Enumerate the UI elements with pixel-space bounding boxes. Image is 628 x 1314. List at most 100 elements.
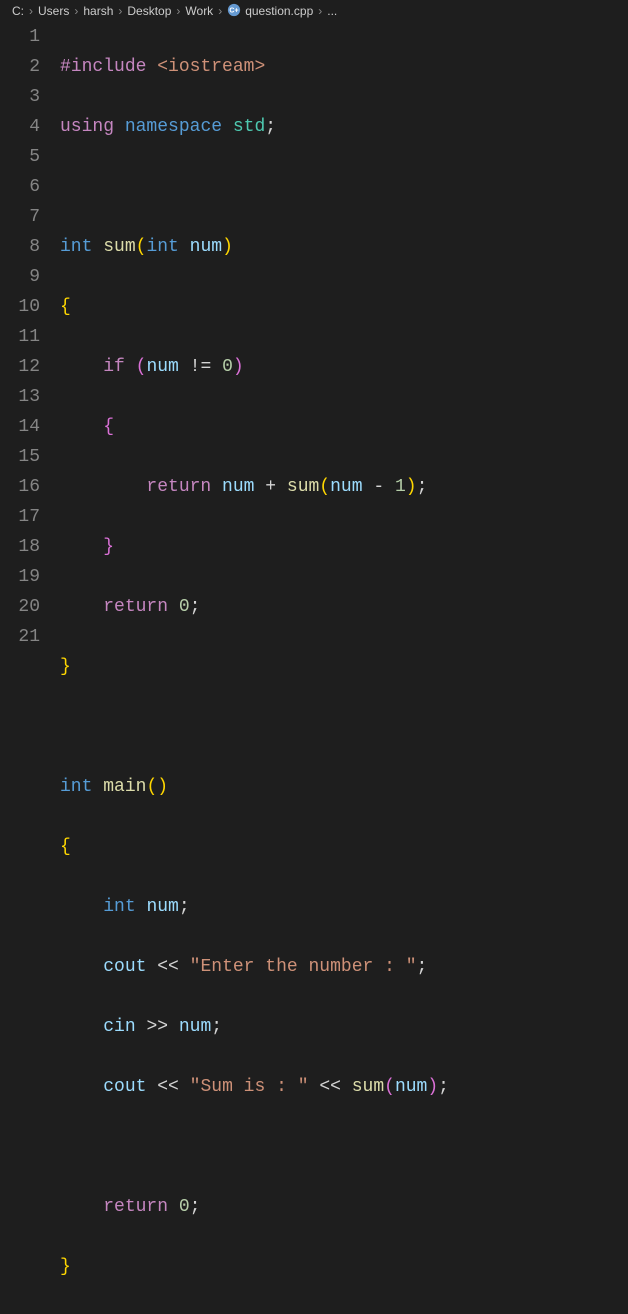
code-line[interactable]: int sum(int num) bbox=[60, 232, 628, 262]
variable-name: num bbox=[179, 1017, 211, 1037]
return-keyword: return bbox=[103, 597, 168, 617]
function-call: sum bbox=[352, 1077, 384, 1097]
semicolon: ; bbox=[438, 1077, 449, 1097]
code-line[interactable]: cout << "Enter the number : "; bbox=[60, 952, 628, 982]
breadcrumb-ellipsis[interactable]: ... bbox=[327, 4, 337, 18]
semicolon: ; bbox=[417, 477, 428, 497]
code-line[interactable]: if (num != 0) bbox=[60, 352, 628, 382]
function-name: main bbox=[103, 777, 146, 797]
type-token: int bbox=[60, 777, 92, 797]
cpp-file-icon: C+ bbox=[227, 3, 241, 17]
code-line[interactable]: #include <iostream> bbox=[60, 52, 628, 82]
semicolon: ; bbox=[265, 117, 276, 137]
breadcrumb[interactable]: C: › Users › harsh › Desktop › Work › C+… bbox=[0, 0, 628, 22]
code-line[interactable]: return 0; bbox=[60, 592, 628, 622]
operator-token: << bbox=[319, 1077, 341, 1097]
code-line[interactable]: return num + sum(num - 1); bbox=[60, 472, 628, 502]
chevron-right-icon: › bbox=[318, 4, 322, 18]
code-line[interactable] bbox=[60, 172, 628, 202]
line-number: 10 bbox=[0, 292, 40, 322]
namespace-keyword: namespace bbox=[125, 117, 222, 137]
function-name: sum bbox=[103, 237, 135, 257]
line-number: 12 bbox=[0, 352, 40, 382]
number-token: 0 bbox=[179, 597, 190, 617]
operator-token: - bbox=[373, 477, 384, 497]
paren-token: ( bbox=[319, 477, 330, 497]
chevron-right-icon: › bbox=[74, 4, 78, 18]
line-number: 19 bbox=[0, 562, 40, 592]
number-token: 0 bbox=[179, 1197, 190, 1217]
string-literal: "Enter the number : " bbox=[190, 957, 417, 977]
brace-token: } bbox=[60, 1257, 71, 1277]
type-token: int bbox=[103, 897, 135, 917]
line-number: 17 bbox=[0, 502, 40, 532]
breadcrumb-work[interactable]: Work bbox=[185, 4, 213, 18]
brace-token: { bbox=[103, 417, 114, 437]
paren-token: ( bbox=[384, 1077, 395, 1097]
include-keyword: include bbox=[71, 57, 147, 77]
string-literal: "Sum is : " bbox=[190, 1077, 309, 1097]
line-number: 14 bbox=[0, 412, 40, 442]
brace-token: { bbox=[60, 297, 71, 317]
operator-token: != bbox=[190, 357, 212, 377]
code-content[interactable]: #include <iostream> using namespace std;… bbox=[60, 22, 628, 1314]
number-token: 1 bbox=[395, 477, 406, 497]
variable-name: num bbox=[395, 1077, 427, 1097]
paren-token: ) bbox=[222, 237, 233, 257]
cin-object: cin bbox=[103, 1017, 135, 1037]
code-line[interactable]: { bbox=[60, 832, 628, 862]
code-line[interactable]: using namespace std; bbox=[60, 112, 628, 142]
line-number: 16 bbox=[0, 472, 40, 502]
paren-token: ( bbox=[136, 357, 147, 377]
paren-token: ) bbox=[427, 1077, 438, 1097]
code-line[interactable]: cin >> num; bbox=[60, 1012, 628, 1042]
return-keyword: return bbox=[146, 477, 211, 497]
chevron-right-icon: › bbox=[118, 4, 122, 18]
line-number: 8 bbox=[0, 232, 40, 262]
semicolon: ; bbox=[179, 897, 190, 917]
using-keyword: using bbox=[60, 117, 114, 137]
breadcrumb-file[interactable]: question.cpp bbox=[245, 4, 313, 18]
breadcrumb-desktop[interactable]: Desktop bbox=[127, 4, 171, 18]
variable-name: num bbox=[330, 477, 362, 497]
brace-token: { bbox=[60, 837, 71, 857]
line-number: 9 bbox=[0, 262, 40, 292]
code-line[interactable]: return 0; bbox=[60, 1192, 628, 1222]
line-number: 3 bbox=[0, 82, 40, 112]
line-number: 20 bbox=[0, 592, 40, 622]
brace-token: } bbox=[103, 537, 114, 557]
return-keyword: return bbox=[103, 1197, 168, 1217]
line-number: 1 bbox=[0, 22, 40, 52]
breadcrumb-users[interactable]: Users bbox=[38, 4, 69, 18]
line-number: 7 bbox=[0, 202, 40, 232]
chevron-right-icon: › bbox=[176, 4, 180, 18]
code-line[interactable]: } bbox=[60, 1252, 628, 1282]
chevron-right-icon: › bbox=[29, 4, 33, 18]
line-number: 15 bbox=[0, 442, 40, 472]
breadcrumb-drive[interactable]: C: bbox=[12, 4, 24, 18]
code-line[interactable] bbox=[60, 1132, 628, 1162]
preprocessor-token: # bbox=[60, 57, 71, 77]
code-line[interactable] bbox=[60, 712, 628, 742]
paren-token: ) bbox=[233, 357, 244, 377]
variable-name: num bbox=[146, 357, 178, 377]
variable-name: num bbox=[222, 477, 254, 497]
function-call: sum bbox=[287, 477, 319, 497]
code-line[interactable]: } bbox=[60, 532, 628, 562]
code-line[interactable]: { bbox=[60, 412, 628, 442]
type-token: int bbox=[146, 237, 178, 257]
code-line[interactable]: int num; bbox=[60, 892, 628, 922]
line-number: 11 bbox=[0, 322, 40, 352]
code-editor[interactable]: 1 2 3 4 5 6 7 8 9 10 11 12 13 14 15 16 1… bbox=[0, 22, 628, 1314]
paren-token: () bbox=[146, 777, 168, 797]
code-line[interactable]: cout << "Sum is : " << sum(num); bbox=[60, 1072, 628, 1102]
breadcrumb-user[interactable]: harsh bbox=[83, 4, 113, 18]
code-line[interactable]: { bbox=[60, 292, 628, 322]
paren-token: ) bbox=[406, 477, 417, 497]
code-line[interactable]: int main() bbox=[60, 772, 628, 802]
operator-token: << bbox=[157, 1077, 179, 1097]
semicolon: ; bbox=[417, 957, 428, 977]
operator-token: + bbox=[265, 477, 276, 497]
if-keyword: if bbox=[103, 357, 125, 377]
chevron-right-icon: › bbox=[218, 4, 222, 18]
